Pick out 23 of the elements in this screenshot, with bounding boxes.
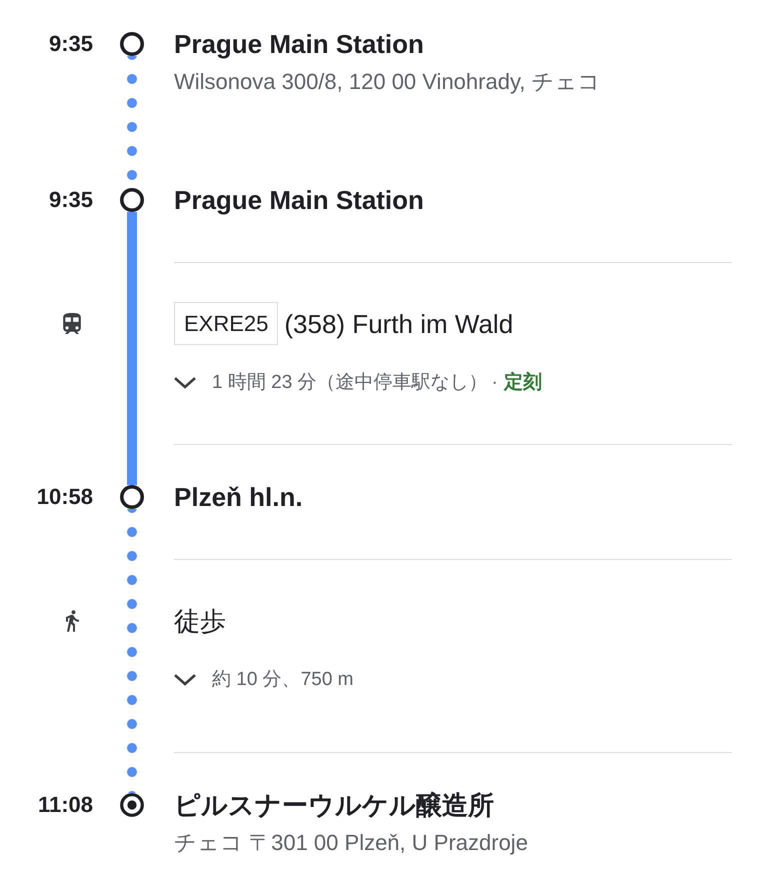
line-badge: EXRE25 xyxy=(174,302,278,345)
stop-time: 11:08 xyxy=(38,791,93,819)
target-marker-icon xyxy=(120,793,144,817)
train-icon xyxy=(63,313,81,334)
walking-person-icon xyxy=(66,610,78,632)
expand-stops-toggle[interactable]: 1 時間 23 分（途中停車駅なし） xyxy=(174,370,488,396)
stop-name: ピルスナーウルケル醸造所 xyxy=(174,790,495,820)
headsign: (358) Furth im Wald xyxy=(284,308,514,340)
on-time-status: 定刻 xyxy=(504,370,542,395)
circle-marker-icon xyxy=(120,188,144,212)
stop-time: 9:35 xyxy=(48,186,93,214)
stop-address: Wilsonova 300/8, 120 00 Vinohrady, チェコ xyxy=(174,68,602,96)
separator-dot: · xyxy=(492,371,498,395)
circle-marker-icon xyxy=(120,485,144,509)
stop-name: Prague Main Station xyxy=(174,185,425,215)
walk-label: 徒歩 xyxy=(174,604,226,638)
stop-address: チェコ 〒301 00 Plzeň, U Prazdroje xyxy=(174,829,529,857)
stop-name: Plzeň hl.n. xyxy=(174,482,304,512)
circle-marker-icon xyxy=(120,32,144,56)
expand-stops-toggle[interactable]: 約 10 分、750 m xyxy=(174,667,354,693)
stop-time: 10:58 xyxy=(36,483,93,511)
stop-time: 9:35 xyxy=(48,30,93,58)
stop-name: Prague Main Station xyxy=(174,29,425,59)
